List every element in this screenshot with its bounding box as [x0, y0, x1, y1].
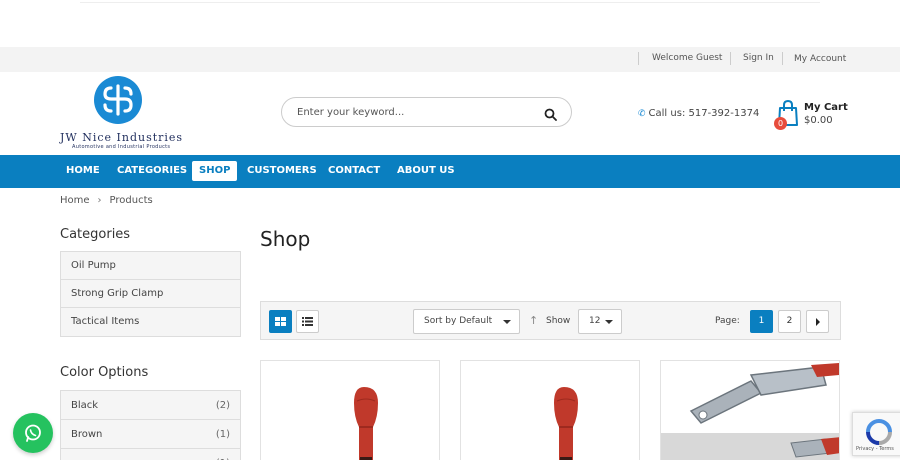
search-icon[interactable] [544, 106, 557, 125]
color-count: (1) [216, 449, 230, 460]
chevron-right-icon: › [97, 195, 102, 206]
page: Welcome Guest Sign In My Account JW Nice… [0, 0, 900, 460]
divider [730, 52, 731, 65]
next-page-button[interactable] [806, 310, 829, 333]
nav-categories[interactable]: CATEGORIES [110, 161, 194, 181]
cart-amount: $0.00 [804, 115, 833, 126]
grid-icon [275, 317, 286, 326]
my-account-link[interactable]: My Account [794, 54, 846, 64]
show-label: Show [546, 316, 571, 326]
shop-toolbar: Sort by Default ↑ Show 12 Page: 1 2 [260, 301, 841, 340]
list-view-button[interactable] [296, 310, 319, 333]
show-value: 12 [589, 316, 601, 326]
phone-contact: ✆ Call us: 517-392-1374 [638, 108, 759, 119]
color-option-item[interactable]: (1) [61, 449, 240, 460]
whatsapp-icon [25, 424, 41, 442]
nav-about-us[interactable]: ABOUT US [390, 161, 462, 181]
breadcrumb-home[interactable]: Home [60, 195, 90, 206]
cart-label: My Cart [804, 102, 848, 113]
chevron-down-icon [503, 320, 511, 324]
breadcrumb-current: Products [109, 195, 153, 206]
page-2-button[interactable]: 2 [778, 310, 801, 333]
color-count: (1) [215, 429, 230, 440]
search-box [281, 97, 572, 127]
sign-in-link[interactable]: Sign In [743, 53, 774, 63]
logo-tagline: Automotive and Industrial Products [72, 144, 171, 150]
search-input[interactable] [297, 105, 527, 120]
logo-mark-icon [94, 76, 142, 124]
recaptcha-text: Privacy - Terms [856, 446, 894, 452]
site-logo[interactable]: JW Nice Industries Automotive and Indust… [60, 76, 184, 152]
nav-shop[interactable]: SHOP [192, 161, 238, 181]
product-card[interactable] [460, 360, 640, 460]
nav-customers[interactable]: CUSTOMERS [240, 161, 324, 181]
nav-contact[interactable]: CONTACT [321, 161, 387, 181]
product-card[interactable] [660, 360, 840, 460]
color-name: Black [71, 400, 99, 411]
recaptcha-icon [866, 419, 892, 445]
color-options-list: Black (2) Brown (1) (1) [60, 390, 241, 460]
category-item[interactable]: Strong Grip Clamp [61, 280, 240, 308]
page-label: Page: [715, 316, 740, 326]
color-name: Brown [71, 429, 103, 440]
show-select[interactable]: 12 [578, 309, 622, 334]
category-item[interactable]: Oil Pump [61, 252, 240, 280]
category-item[interactable]: Tactical Items [61, 308, 240, 336]
divider [782, 52, 783, 65]
mini-cart[interactable]: 0 My Cart $0.00 [774, 99, 848, 133]
page-1-button[interactable]: 1 [750, 310, 773, 333]
divider [638, 52, 639, 65]
nav-home[interactable]: HOME [59, 161, 107, 181]
main-nav: HOME CATEGORIES SHOP CUSTOMERS CONTACT A… [0, 155, 900, 188]
color-options-heading: Color Options [60, 365, 149, 380]
list-icon [302, 317, 313, 326]
logo-brand-text: JW Nice Industries [60, 131, 184, 144]
color-option-item[interactable]: Brown (1) [61, 420, 240, 449]
product-image [661, 363, 839, 460]
breadcrumb: Home › Products [60, 195, 153, 206]
categories-heading: Categories [60, 227, 131, 242]
product-card[interactable] [260, 360, 440, 460]
sort-value: Sort by Default [424, 316, 493, 326]
phone-icon: ✆ [638, 109, 646, 119]
sort-direction-icon[interactable]: ↑ [529, 314, 538, 327]
page-title: Shop [260, 227, 311, 251]
grid-view-button[interactable] [269, 310, 292, 333]
caret-right-icon [815, 318, 820, 326]
sort-select[interactable]: Sort by Default [413, 309, 520, 334]
cart-count-badge: 0 [774, 117, 787, 130]
product-image [554, 387, 578, 460]
chevron-down-icon [605, 320, 613, 324]
top-divider [80, 2, 820, 3]
welcome-text: Welcome Guest [652, 53, 723, 63]
color-option-item[interactable]: Black (2) [61, 391, 240, 420]
recaptcha-badge[interactable]: Privacy - Terms [852, 412, 900, 456]
color-count: (2) [215, 400, 230, 411]
phone-text: Call us: 517-392-1374 [648, 108, 760, 119]
categories-list: Oil Pump Strong Grip Clamp Tactical Item… [60, 251, 241, 337]
top-bar: Welcome Guest Sign In My Account [0, 47, 900, 72]
whatsapp-button[interactable] [13, 413, 53, 453]
product-image [354, 387, 378, 460]
